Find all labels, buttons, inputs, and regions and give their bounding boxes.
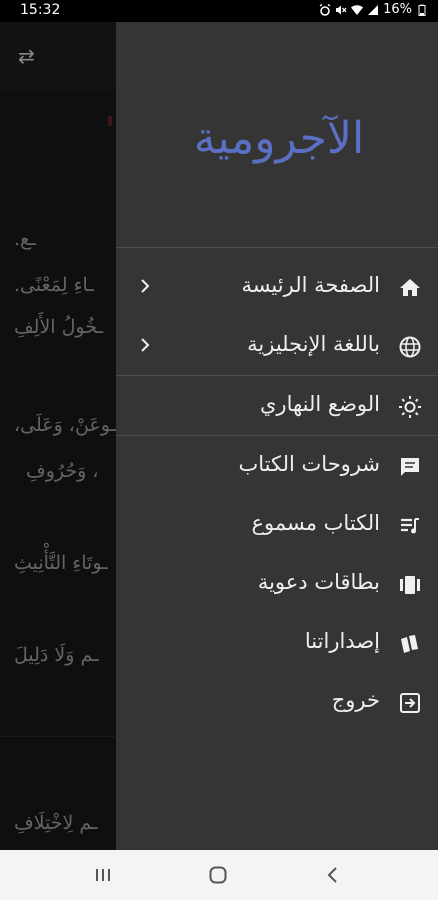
drawer-item-publications[interactable]: إصداراتنا [116, 615, 438, 673]
drawer-item-label: شروحات الكتاب [238, 452, 380, 476]
drawer-item-label: الوضع النهاري [260, 392, 380, 416]
status-bar: 15:32 16% [0, 0, 438, 22]
navigation-drawer: الآجرومية الصفحة الرئيسة باللغة الإنجليز… [116, 0, 438, 850]
drawer-item-explanations[interactable]: شروحات الكتاب [116, 438, 438, 496]
globe-icon [399, 336, 421, 358]
status-icons: 16% [319, 2, 428, 17]
signal-icon [368, 4, 379, 15]
chevron-right-icon [141, 338, 150, 352]
drawer-divider [116, 375, 438, 376]
recents-icon[interactable] [92, 864, 114, 886]
drawer-item-exit[interactable]: خروج [116, 674, 438, 732]
battery-percent: 16% [383, 2, 412, 17]
drawer-item-label: إصداراتنا [304, 629, 380, 653]
drawer-item-dawah-cards[interactable]: بطاقات دعوية [116, 556, 438, 614]
wifi-icon [351, 4, 364, 15]
status-time: 15:32 [20, 2, 61, 18]
home-icon [400, 279, 420, 296]
back-icon[interactable] [322, 864, 344, 886]
drawer-item-day-mode[interactable]: الوضع النهاري [116, 378, 438, 436]
app-logo: الآجرومية [194, 113, 364, 164]
drawer-item-label: الصفحة الرئيسة [241, 273, 380, 297]
system-nav-bar [0, 850, 438, 900]
sun-icon [399, 396, 421, 418]
mute-icon [336, 5, 347, 14]
home-circle-icon[interactable] [207, 864, 229, 886]
chevron-right-icon [141, 279, 150, 293]
drawer-divider [116, 247, 438, 248]
playlist-icon [401, 518, 419, 534]
drawer-item-label: خروج [331, 688, 380, 712]
battery-icon [418, 4, 426, 16]
books-icon [401, 635, 418, 653]
comment-icon [401, 458, 419, 476]
drawer-item-label: الكتاب مسموع [251, 511, 380, 535]
drawer-item-audio-book[interactable]: الكتاب مسموع [116, 497, 438, 555]
drawer-divider [116, 435, 438, 436]
drawer-item-label: باللغة الإنجليزية [247, 332, 380, 356]
drawer-item-home[interactable]: الصفحة الرئيسة [116, 259, 438, 317]
drawer-item-label: بطاقات دعوية [257, 570, 380, 594]
cards-icon [400, 576, 420, 594]
drawer-item-english[interactable]: باللغة الإنجليزية [116, 318, 438, 376]
alarm-icon [319, 3, 331, 16]
exit-icon [400, 693, 420, 713]
logo-text: الآجرومية [194, 113, 364, 164]
